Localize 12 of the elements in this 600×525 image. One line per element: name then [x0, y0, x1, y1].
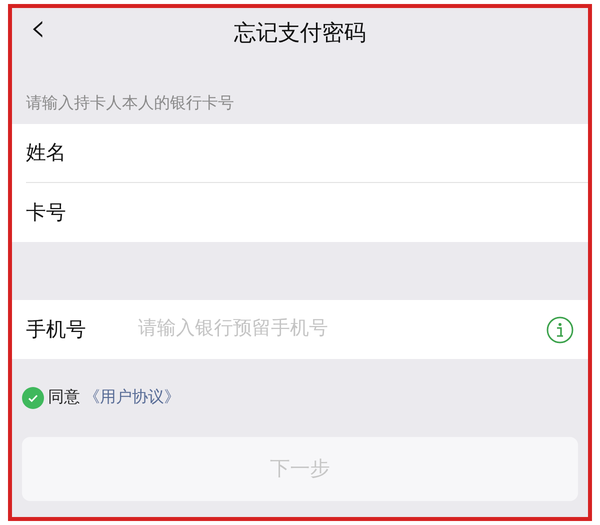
- field-label: 卡号: [26, 200, 66, 226]
- field-label: 姓名: [26, 141, 66, 166]
- field-label: 手机号: [26, 318, 87, 342]
- page-title: 忘记支付密码: [234, 18, 366, 46]
- phone-field[interactable]: 手机号 请输入银行预留手机号: [12, 300, 588, 359]
- user-agreement-link[interactable]: 《用户协议》: [84, 386, 180, 410]
- section-hint: 请输入持卡人本人的银行卡号: [26, 94, 234, 114]
- agree-label: 同意: [48, 388, 80, 408]
- phone-input[interactable]: 请输入银行预留手机号: [138, 315, 540, 344]
- agree-checkbox[interactable]: [22, 387, 44, 409]
- info-icon[interactable]: [546, 316, 574, 344]
- back-button[interactable]: ‹: [30, 8, 46, 48]
